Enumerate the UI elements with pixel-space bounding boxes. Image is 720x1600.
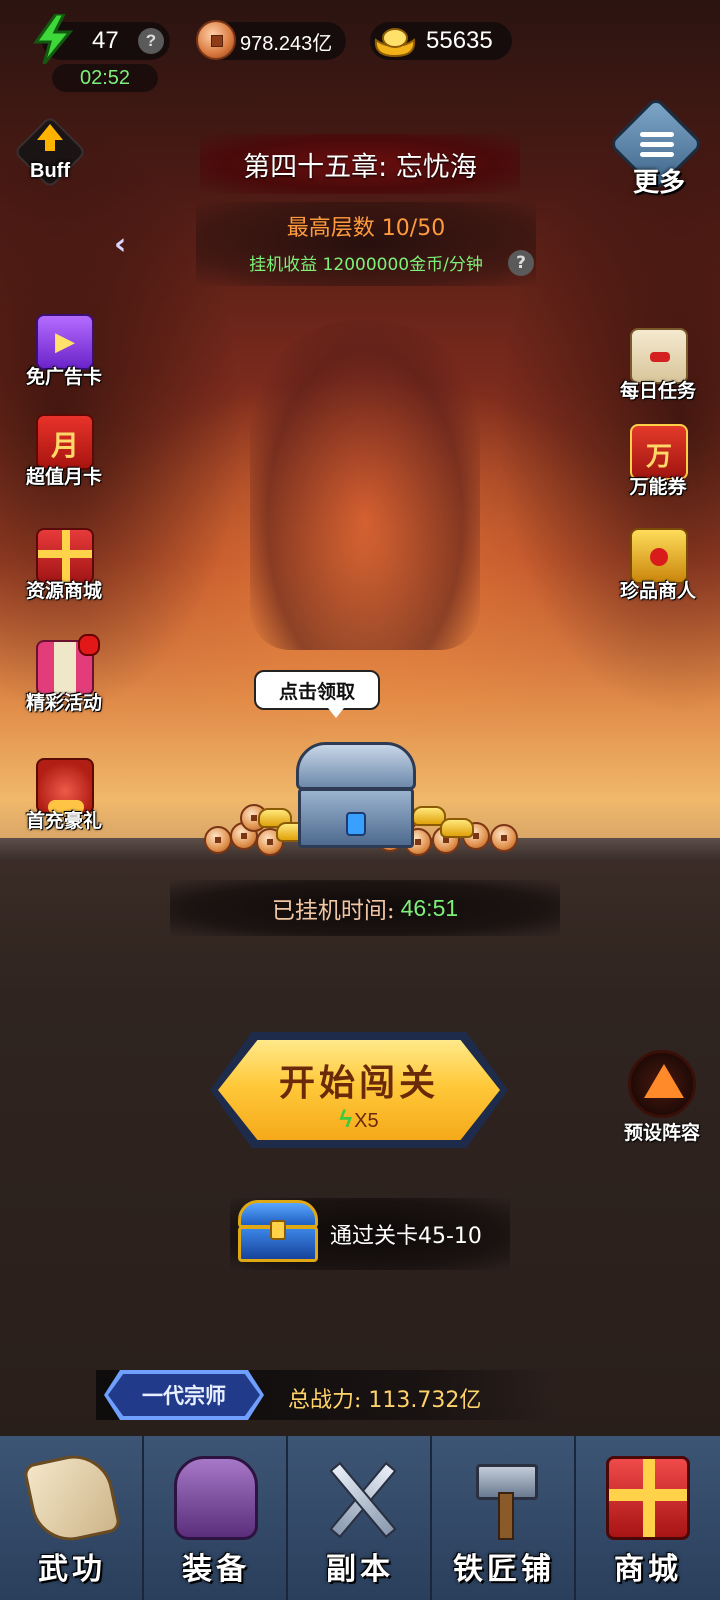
nav-equipment[interactable]: 装备 [144, 1436, 288, 1600]
copper-coin-icon [196, 20, 236, 60]
chapter-title: 第四十五章: 忘忧海 [200, 134, 520, 194]
buff-label: Buff [30, 160, 70, 182]
gift-box-icon [606, 1456, 690, 1540]
side-item-treasure-merchant[interactable]: 珍品商人 [608, 528, 708, 620]
nav-martial-arts[interactable]: 武功 [0, 1436, 144, 1600]
idle-time-value: 46:51 [400, 894, 459, 921]
income-help-icon[interactable]: ? [508, 250, 534, 276]
energy-cost-bolt-icon: ϟ [339, 1106, 353, 1133]
nav-label: 装备 [182, 1552, 250, 1587]
nav-label: 铁匠铺 [453, 1552, 555, 1587]
preset-lineup-triangle-icon [644, 1064, 684, 1098]
boss-throne-silhouette [250, 320, 480, 650]
start-challenge-button[interactable]: 开始闯关 ϟ X5 [210, 1032, 508, 1148]
idle-time-display: 已挂机时间: 46:51 [170, 880, 560, 936]
side-item-universal-voucher[interactable]: 万能券 [608, 424, 708, 516]
martial-arts-scroll-icon [22, 1448, 122, 1548]
bottom-nav: 武功 装备 副本 铁匠铺 商城 [0, 1436, 720, 1600]
side-item-label: 精彩活动 [25, 692, 102, 714]
side-item-label: 首充豪礼 [25, 810, 102, 832]
idle-reward-chest[interactable] [296, 742, 416, 850]
nav-label: 武功 [38, 1552, 106, 1587]
idle-income: 挂机收益 12000000金币/分钟 [249, 255, 483, 275]
claim-tooltip[interactable]: 点击领取 [254, 670, 380, 710]
copper-value: 978.243亿 [240, 32, 333, 55]
idle-time-label: 已挂机时间: [271, 898, 395, 924]
stage-reward-chest-icon[interactable] [238, 1200, 318, 1264]
nav-label: 商城 [614, 1552, 682, 1587]
side-item-monthly-card[interactable]: 超值月卡 [14, 414, 114, 506]
total-power-value: 113.732亿 [368, 1388, 482, 1413]
side-item-no-ad-card[interactable]: 免广告卡 [14, 314, 114, 406]
hammer-anvil-icon [462, 1456, 546, 1540]
buff-button[interactable]: Buff [12, 115, 88, 192]
energy-timer: 02:52 [52, 64, 158, 92]
player-title-badge[interactable]: 一代宗师 [108, 1374, 260, 1416]
energy-value: 47 [92, 27, 119, 54]
tooltip-tail [328, 708, 344, 718]
more-button[interactable]: 更多 [607, 95, 708, 200]
side-item-label: 资源商城 [25, 580, 102, 602]
side-item-label: 万能券 [629, 476, 687, 498]
nav-dungeon[interactable]: 副本 [288, 1436, 432, 1600]
preset-lineup-label: 预设阵容 [623, 1122, 700, 1144]
gold-ingot-icon [374, 28, 416, 58]
nav-label: 副本 [326, 1552, 394, 1587]
nav-shop[interactable]: 商城 [576, 1436, 720, 1600]
side-item-events[interactable]: 精彩活动 [14, 634, 114, 732]
stage-reward-text: 通过关卡45-10 [330, 1224, 482, 1249]
energy-bolt-icon [33, 14, 74, 64]
gold-value: 55635 [426, 27, 493, 54]
energy-help-icon[interactable]: ? [138, 28, 164, 54]
start-cost-value: X5 [354, 1110, 379, 1132]
menu-list-icon [640, 132, 674, 162]
side-item-label: 珍品商人 [619, 580, 696, 602]
chest-lock-icon [346, 812, 366, 836]
start-cost: ϟ X5 [210, 1106, 508, 1134]
nav-blacksmith[interactable]: 铁匠铺 [432, 1436, 576, 1600]
side-item-label: 超值月卡 [25, 466, 102, 488]
crossed-swords-icon [318, 1456, 402, 1540]
max-floor: 最高层数 10/50 [286, 216, 446, 241]
side-item-daily-tasks[interactable]: 每日任务 [608, 328, 708, 420]
preset-lineup-button[interactable]: 预设阵容 [612, 1050, 712, 1150]
start-button-label: 开始闯关 [278, 1062, 439, 1104]
buff-up-arrow-icon [37, 124, 63, 140]
side-item-resource-shop[interactable]: 资源商城 [14, 528, 114, 620]
chest-lid [296, 742, 416, 790]
previous-chapter-chevron-icon[interactable]: ‹ [114, 230, 138, 260]
more-label: 更多 [632, 168, 685, 198]
armor-icon [174, 1456, 258, 1540]
buff-arrow-stem [45, 139, 55, 151]
total-power-label: 总战力: [288, 1388, 362, 1413]
side-item-label: 每日任务 [619, 380, 696, 402]
total-power: 总战力: 113.732亿 [288, 1382, 481, 1414]
side-item-first-recharge[interactable]: 首充豪礼 [14, 758, 114, 850]
side-item-label: 免广告卡 [25, 366, 102, 388]
